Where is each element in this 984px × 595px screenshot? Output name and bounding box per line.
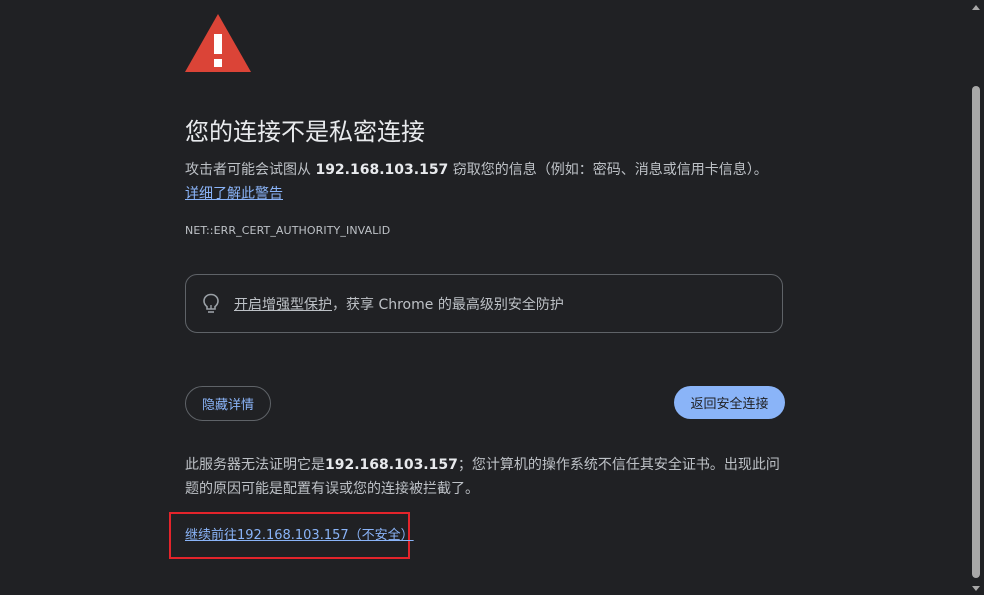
enhanced-protection-text: 开启增强型保护，获享 Chrome 的最高级别安全防护 [234, 294, 564, 314]
lightbulb-icon [203, 293, 219, 313]
scroll-up-arrow[interactable] [968, 0, 984, 14]
details-pre: 此服务器无法证明它是 [185, 457, 325, 473]
arrow-down-icon [972, 585, 980, 591]
vertical-scrollbar[interactable] [968, 0, 984, 595]
page-title: 您的连接不是私密连接 [185, 118, 425, 146]
main-message: 攻击者可能会试图从 192.168.103.157 窃取您的信息（例如：密码、消… [185, 158, 775, 206]
details-host: 192.168.103.157 [325, 457, 458, 473]
desc-host: 192.168.103.157 [315, 162, 449, 178]
enhanced-protection-box: 开启增强型保护，获享 Chrome 的最高级别安全防护 [185, 274, 783, 333]
back-to-safety-button[interactable]: 返回安全连接 [674, 386, 785, 419]
desc-pre: 攻击者可能会试图从 [185, 162, 316, 178]
scrollbar-thumb[interactable] [972, 86, 980, 578]
enhanced-protection-link[interactable]: 开启增强型保护 [234, 297, 332, 313]
enhanced-protection-suffix: ，获享 Chrome 的最高级别安全防护 [332, 296, 564, 313]
scroll-down-arrow[interactable] [968, 581, 984, 595]
hide-details-button[interactable]: 隐藏详情 [185, 386, 271, 421]
details-message: 此服务器无法证明它是192.168.103.157；您计算机的操作系统不信任其安… [185, 453, 785, 501]
desc-post: 窃取您的信息（例如：密码、消息或信用卡信息）。 [448, 162, 768, 178]
arrow-up-icon [972, 4, 980, 10]
proceed-link[interactable]: 继续前往192.168.103.157（不安全） [185, 524, 414, 543]
error-code: NET::ERR_CERT_AUTHORITY_INVALID [185, 224, 391, 237]
learn-more-link[interactable]: 详细了解此警告 [185, 186, 283, 202]
warning-triangle-icon [185, 14, 251, 72]
